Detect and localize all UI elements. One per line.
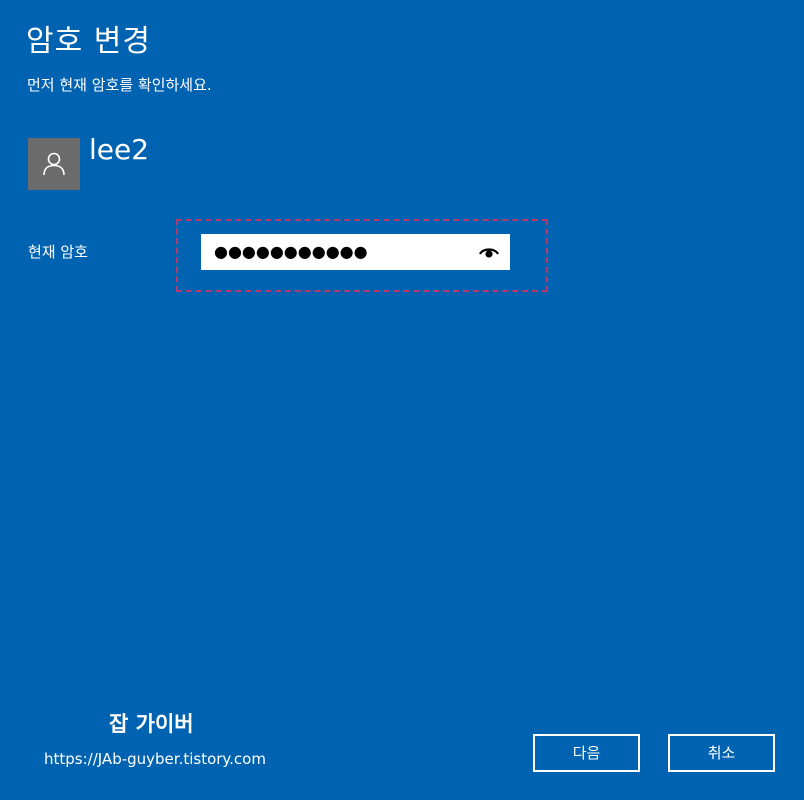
avatar	[28, 138, 80, 190]
person-icon	[43, 152, 65, 176]
next-button[interactable]: 다음	[533, 734, 640, 772]
dialog-title: 암호 변경	[26, 24, 151, 59]
current-password-input[interactable]: ●●●●●●●●●●●	[201, 234, 510, 270]
cancel-button[interactable]: 취소	[668, 734, 775, 772]
eye-icon[interactable]	[479, 244, 499, 260]
watermark-title: 잡 가이버	[109, 712, 194, 736]
username: lee2	[89, 133, 150, 166]
current-password-label: 현재 암호	[28, 243, 88, 261]
watermark-url: https://JAb-guyber.tistory.com	[44, 750, 266, 768]
dialog-subtitle: 먼저 현재 암호를 확인하세요.	[27, 76, 212, 94]
password-mask: ●●●●●●●●●●●	[214, 242, 368, 261]
